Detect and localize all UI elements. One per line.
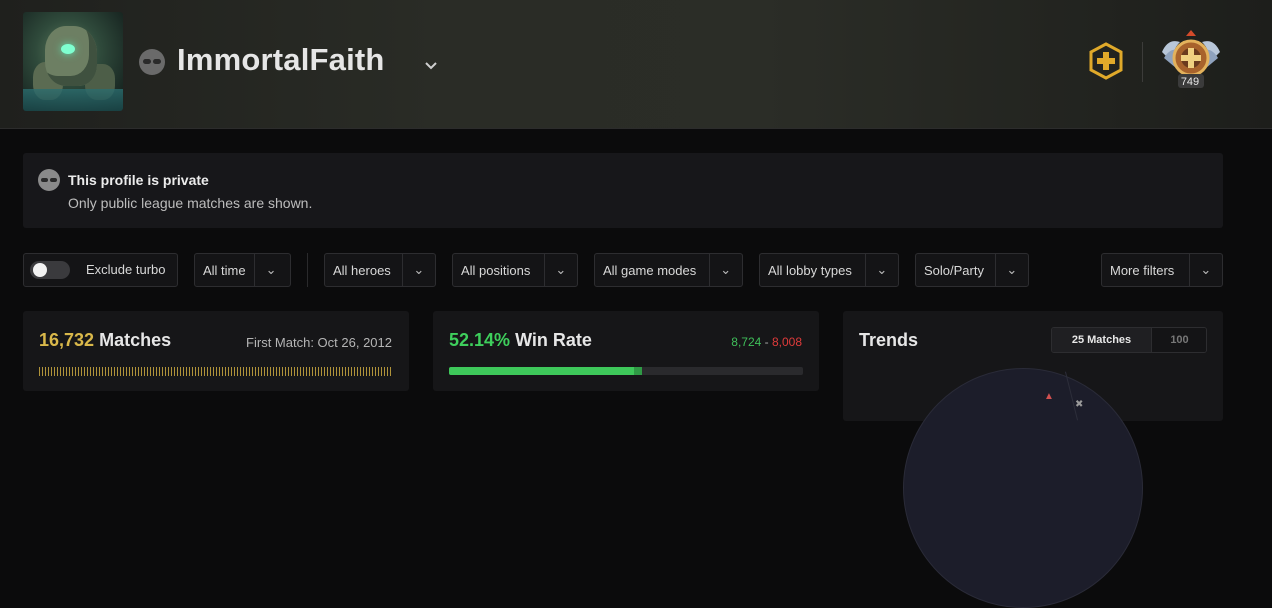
trends-radar-chart [903, 368, 1143, 608]
header-divider [1142, 42, 1143, 82]
filter-separator [307, 253, 308, 287]
trends-title: Trends [859, 330, 919, 350]
trends-card: Trends 25 Matches 100 ▲ ✖ [843, 311, 1223, 608]
winrate-bar-marker [634, 367, 642, 375]
exclude-turbo-toggle[interactable] [30, 261, 70, 279]
rank-number: 749 [1180, 76, 1200, 88]
first-match-date: First Match: Oct 26, 2012 [246, 335, 392, 350]
game-modes-filter-label: All game modes [603, 262, 697, 278]
record-separator: - [761, 335, 772, 349]
heroes-filter[interactable]: All heroes ⌄ [324, 253, 436, 287]
notice-title: This profile is private [68, 172, 209, 188]
hero-marker-icon: ✖ [1075, 399, 1084, 410]
player-avatar[interactable] [23, 12, 123, 111]
winrate-bar [449, 367, 803, 375]
profile-header: ImmortalFaith 749 [0, 0, 1272, 129]
trends-range-toggle[interactable]: 25 Matches 100 [1051, 327, 1207, 353]
chevron-down-icon[interactable]: ⌄ [994, 254, 1028, 286]
more-filters-label: More filters [1110, 262, 1175, 278]
chevron-down-icon[interactable] [424, 58, 438, 72]
plus-subscription-icon[interactable] [1088, 42, 1124, 80]
chevron-down-icon[interactable]: ⌄ [253, 254, 288, 286]
losses-count: 8,008 [771, 335, 802, 349]
notice-message: Only public league matches are shown. [68, 195, 313, 211]
positions-filter[interactable]: All positions ⌄ [452, 253, 578, 287]
chevron-down-icon[interactable]: ⌄ [543, 254, 577, 286]
lobby-types-filter[interactable]: All lobby types ⌄ [759, 253, 899, 287]
tab-25-matches[interactable]: 25 Matches [1052, 328, 1152, 352]
chevron-down-icon[interactable]: ⌄ [401, 254, 435, 286]
chevron-down-icon[interactable]: ⌄ [1188, 254, 1222, 286]
private-mask-icon [139, 49, 165, 75]
matches-label: Matches [99, 330, 172, 350]
winrate-label: Win Rate [515, 330, 592, 350]
chevron-down-icon[interactable]: ⌄ [708, 254, 743, 286]
hero-marker-icon: ▲ [1044, 391, 1054, 402]
matches-count: 16,732 [39, 330, 95, 350]
more-filters-button[interactable]: More filters ⌄ [1101, 253, 1223, 287]
private-profile-notice: This profile is private Only public leag… [23, 153, 1223, 228]
positions-filter-label: All positions [461, 262, 531, 278]
heroes-filter-label: All heroes [333, 262, 391, 278]
exclude-turbo-label: Exclude turbo [86, 262, 166, 277]
wins-count: 8,724 [731, 335, 762, 349]
win-loss-record: 8,724 - 8,008 [731, 335, 802, 349]
time-filter-label: All time [203, 262, 246, 278]
party-filter[interactable]: Solo/Party ⌄ [915, 253, 1029, 287]
winrate-percent: 52.14% [449, 330, 511, 350]
winrate-card: 52.14% Win Rate 8,724 - 8,008 [433, 311, 819, 391]
game-modes-filter[interactable]: All game modes ⌄ [594, 253, 743, 287]
private-mask-icon [38, 169, 60, 191]
tab-100-matches[interactable]: 100 [1152, 328, 1206, 352]
winrate-bar-fill [449, 367, 634, 375]
lobby-types-filter-label: All lobby types [768, 262, 852, 278]
match-activity-bar [39, 367, 392, 376]
chevron-down-icon[interactable]: ⌄ [864, 254, 898, 286]
party-filter-label: Solo/Party [924, 262, 984, 278]
player-name[interactable]: ImmortalFaith [177, 42, 385, 78]
matches-card: 16,732 Matches First Match: Oct 26, 2012 [23, 311, 409, 391]
time-filter[interactable]: All time ⌄ [194, 253, 291, 287]
